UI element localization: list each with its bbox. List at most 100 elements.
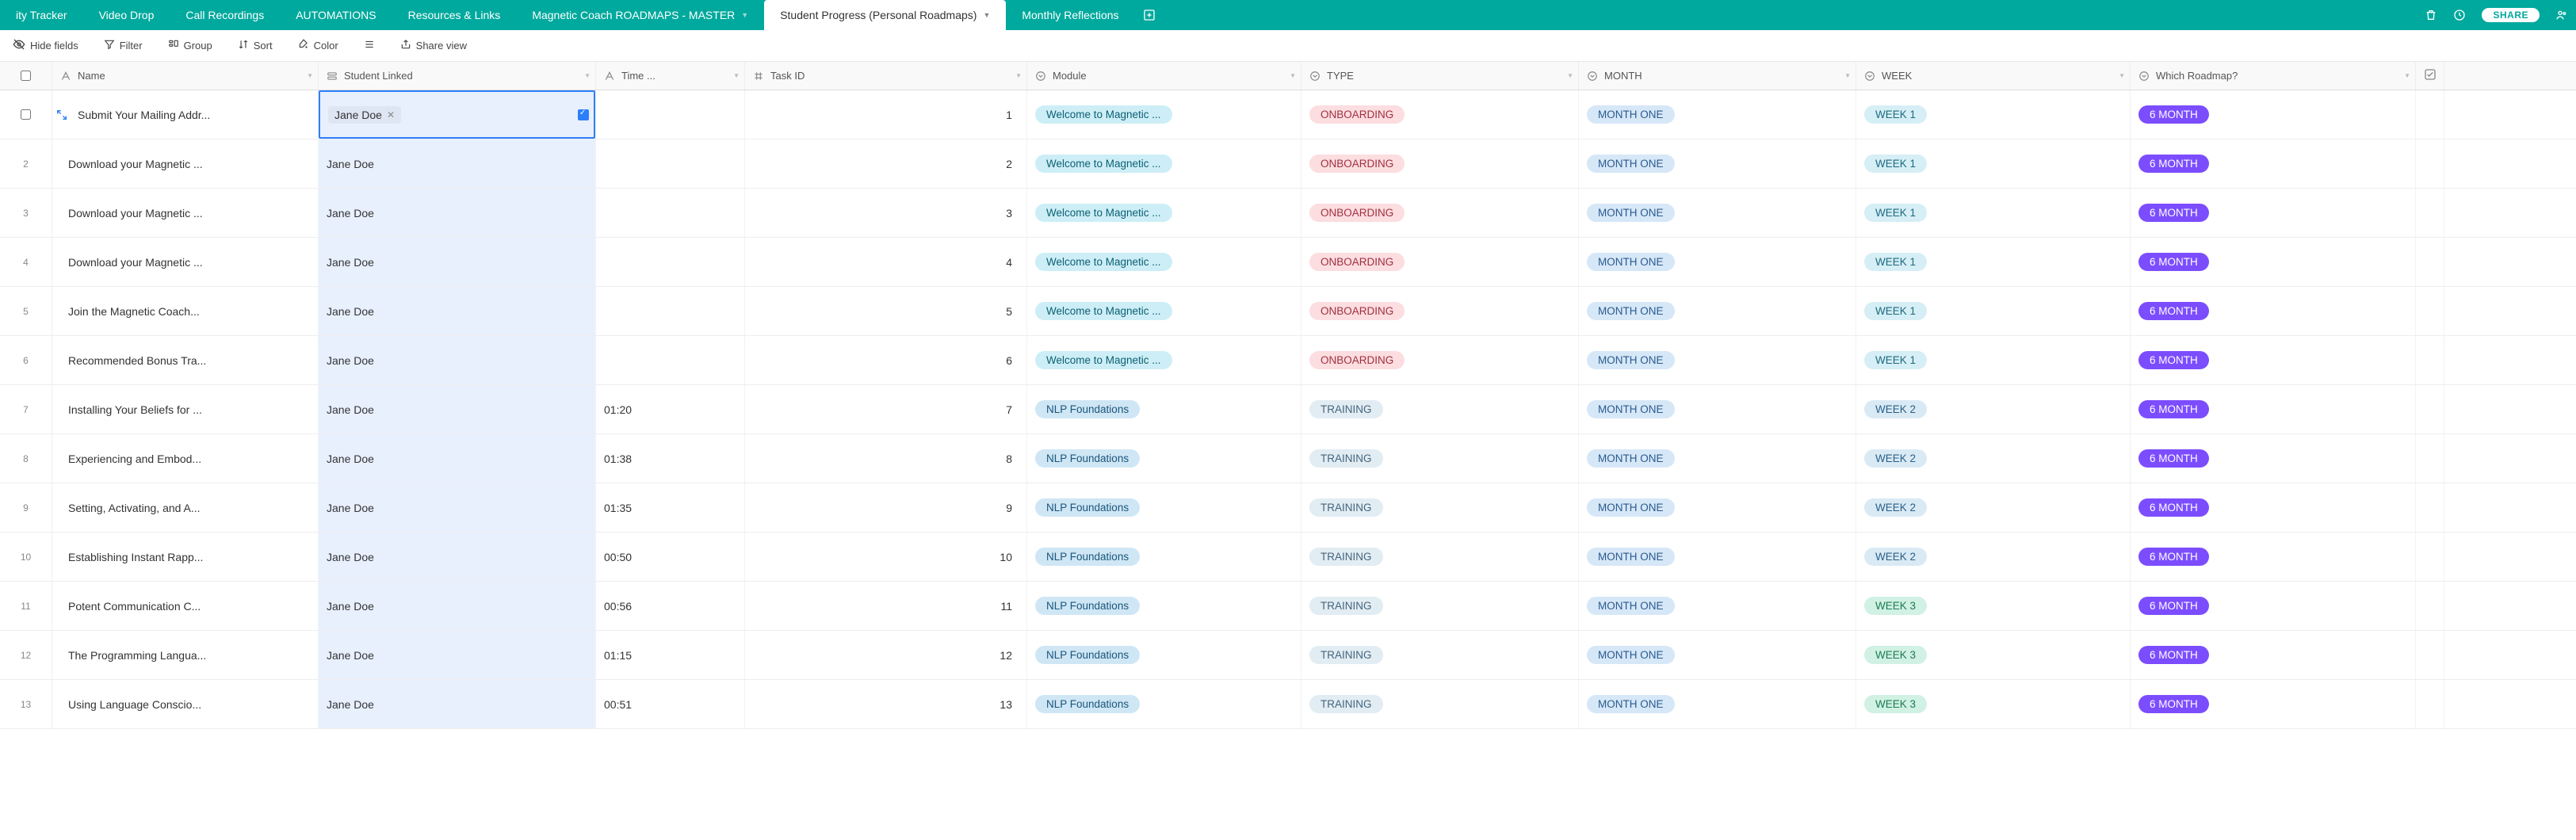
cell-month[interactable]: MONTH ONE [1579, 336, 1856, 384]
cell-week[interactable]: WEEK 3 [1856, 680, 2131, 728]
cell-week[interactable]: WEEK 2 [1856, 434, 2131, 483]
cell-student-linked[interactable]: Jane Doe [319, 336, 596, 384]
cell-task-id[interactable]: 7 [745, 385, 1027, 433]
table-row[interactable]: 5Join the Magnetic Coach...Jane Doe5Welc… [0, 287, 2576, 336]
column-header-type[interactable]: TYPE ▼ [1301, 62, 1579, 90]
cell-month[interactable]: MONTH ONE [1579, 680, 1856, 728]
trash-button[interactable] [2417, 0, 2445, 30]
cell-student-linked[interactable]: Jane Doe [319, 582, 596, 630]
cell-name[interactable]: Potent Communication C... [52, 582, 319, 630]
cell-module[interactable]: Welcome to Magnetic ... [1027, 139, 1301, 188]
column-header-roadmap[interactable]: Which Roadmap? ▼ [2131, 62, 2416, 90]
cell-module[interactable]: NLP Foundations [1027, 483, 1301, 532]
cell-type[interactable]: ONBOARDING [1301, 189, 1579, 237]
select-all-checkbox-cell[interactable] [0, 62, 52, 90]
view-tab[interactable]: Call Recordings [170, 0, 280, 30]
people-button[interactable] [2547, 0, 2576, 30]
cell-student-linked[interactable]: Jane Doe [319, 139, 596, 188]
history-button[interactable] [2445, 0, 2474, 30]
group-button[interactable]: Group [163, 36, 217, 55]
cell-month[interactable]: MONTH ONE [1579, 533, 1856, 581]
cell-task-id[interactable]: 10 [745, 533, 1027, 581]
cell-month[interactable]: MONTH ONE [1579, 631, 1856, 679]
cell-name[interactable]: Experiencing and Embod... [52, 434, 319, 483]
cell-task-id[interactable]: 5 [745, 287, 1027, 335]
cell-checkbox[interactable] [2416, 139, 2444, 188]
cell-week[interactable]: WEEK 3 [1856, 631, 2131, 679]
cell-week[interactable]: WEEK 1 [1856, 189, 2131, 237]
cell-task-id[interactable]: 13 [745, 680, 1027, 728]
cell-roadmap[interactable]: 6 MONTH [2131, 533, 2416, 581]
table-row[interactable]: 13Using Language Conscio...Jane Doe00:51… [0, 680, 2576, 729]
cell-checkbox[interactable] [2416, 434, 2444, 483]
cell-month[interactable]: MONTH ONE [1579, 90, 1856, 139]
cell-week[interactable]: WEEK 3 [1856, 582, 2131, 630]
cell-checkbox[interactable] [2416, 336, 2444, 384]
cell-module[interactable]: Welcome to Magnetic ... [1027, 189, 1301, 237]
row-number-cell[interactable]: 10 [0, 533, 52, 581]
cell-roadmap[interactable]: 6 MONTH [2131, 483, 2416, 532]
cell-type[interactable]: TRAINING [1301, 483, 1579, 532]
cell-name[interactable]: Establishing Instant Rapp... [52, 533, 319, 581]
cell-roadmap[interactable]: 6 MONTH [2131, 631, 2416, 679]
cell-checkbox[interactable] [2416, 385, 2444, 433]
cell-task-id[interactable]: 4 [745, 238, 1027, 286]
cell-checkbox[interactable] [2416, 582, 2444, 630]
column-header-name[interactable]: Name ▼ [52, 62, 319, 90]
cell-checkbox[interactable] [2416, 90, 2444, 139]
cell-month[interactable]: MONTH ONE [1579, 238, 1856, 286]
cell-type[interactable]: TRAINING [1301, 582, 1579, 630]
view-tab[interactable]: Student Progress (Personal Roadmaps)▼ [764, 0, 1006, 30]
cell-month[interactable]: MONTH ONE [1579, 385, 1856, 433]
cell-name[interactable]: Join the Magnetic Coach... [52, 287, 319, 335]
cell-time[interactable] [596, 90, 745, 139]
cell-type[interactable]: TRAINING [1301, 385, 1579, 433]
row-number-cell[interactable]: 3 [0, 189, 52, 237]
cell-week[interactable]: WEEK 2 [1856, 483, 2131, 532]
cell-month[interactable]: MONTH ONE [1579, 139, 1856, 188]
cell-student-linked[interactable]: Jane Doe✕ [319, 90, 596, 139]
cell-name[interactable]: Recommended Bonus Tra... [52, 336, 319, 384]
cell-time[interactable] [596, 287, 745, 335]
cell-task-id[interactable]: 9 [745, 483, 1027, 532]
column-header-checkbox[interactable] [2416, 62, 2444, 90]
cell-student-linked[interactable]: Jane Doe [319, 434, 596, 483]
row-number-cell[interactable]: 9 [0, 483, 52, 532]
row-number-cell[interactable]: 8 [0, 434, 52, 483]
cell-checkbox[interactable] [2416, 533, 2444, 581]
cell-roadmap[interactable]: 6 MONTH [2131, 90, 2416, 139]
cell-student-linked[interactable]: Jane Doe [319, 680, 596, 728]
column-header-module[interactable]: Module ▼ [1027, 62, 1301, 90]
chevron-down-icon[interactable]: ▼ [1015, 72, 1022, 79]
cell-module[interactable]: NLP Foundations [1027, 631, 1301, 679]
cell-module[interactable]: Welcome to Magnetic ... [1027, 336, 1301, 384]
cell-type[interactable]: ONBOARDING [1301, 238, 1579, 286]
cell-student-linked[interactable]: Jane Doe [319, 238, 596, 286]
cell-student-linked[interactable]: Jane Doe [319, 385, 596, 433]
cell-module[interactable]: Welcome to Magnetic ... [1027, 238, 1301, 286]
row-number-cell[interactable]: 7 [0, 385, 52, 433]
cell-week[interactable]: WEEK 2 [1856, 533, 2131, 581]
cell-student-linked[interactable]: Jane Doe [319, 533, 596, 581]
view-tab[interactable]: ity Tracker [0, 0, 83, 30]
table-row[interactable]: 11Potent Communication C...Jane Doe00:56… [0, 582, 2576, 631]
cell-roadmap[interactable]: 6 MONTH [2131, 287, 2416, 335]
color-button[interactable]: Color [293, 36, 343, 55]
cell-task-id[interactable]: 2 [745, 139, 1027, 188]
cell-week[interactable]: WEEK 1 [1856, 238, 2131, 286]
table-row[interactable]: 9Setting, Activating, and A...Jane Doe01… [0, 483, 2576, 533]
cell-name[interactable]: Setting, Activating, and A... [52, 483, 319, 532]
cell-module[interactable]: NLP Foundations [1027, 680, 1301, 728]
cell-time[interactable]: 01:15 [596, 631, 745, 679]
cell-roadmap[interactable]: 6 MONTH [2131, 582, 2416, 630]
cell-checkbox[interactable] [2416, 483, 2444, 532]
cell-task-id[interactable]: 3 [745, 189, 1027, 237]
cell-student-linked[interactable]: Jane Doe [319, 189, 596, 237]
expand-record-icon[interactable] [55, 109, 68, 121]
add-view-button[interactable] [1135, 0, 1164, 30]
cell-module[interactable]: NLP Foundations [1027, 434, 1301, 483]
chevron-down-icon[interactable]: ▼ [1844, 72, 1851, 79]
cell-type[interactable]: TRAINING [1301, 434, 1579, 483]
chevron-down-icon[interactable]: ▼ [741, 11, 748, 19]
filter-button[interactable]: Filter [99, 36, 147, 55]
